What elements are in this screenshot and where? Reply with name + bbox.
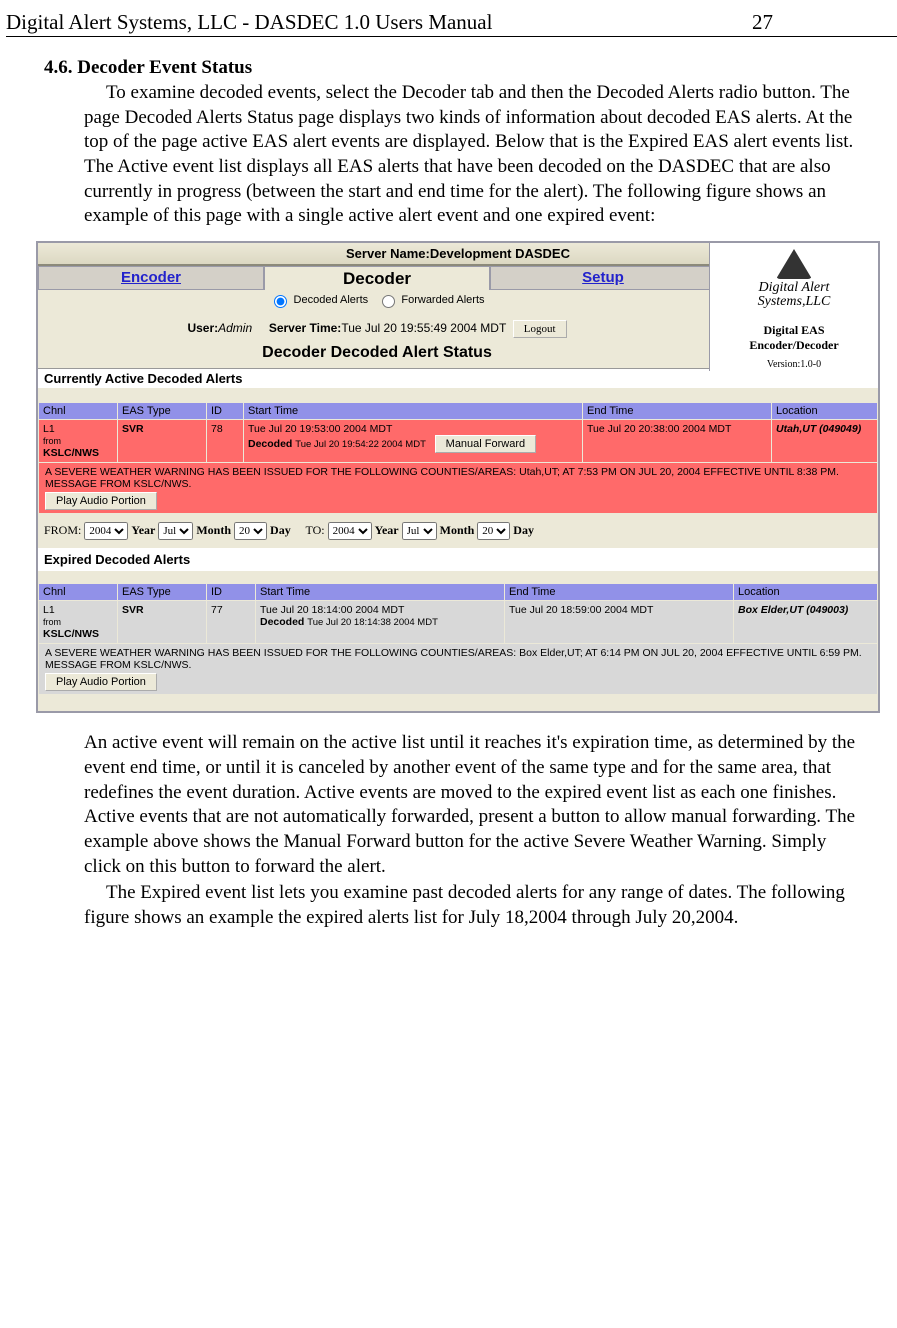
paragraph-3: The Expired event list lets you examine …: [84, 881, 863, 930]
col-loc: Location: [734, 584, 878, 601]
expired-alerts-table: Chnl EAS Type ID Start Time End Time Loc…: [38, 583, 878, 695]
manual-forward-button[interactable]: Manual Forward: [435, 435, 536, 453]
date-range-row: FROM: 2004 Year Jul Month 20 Day TO: 200…: [38, 514, 878, 548]
from-year-select[interactable]: 2004: [84, 522, 128, 540]
server-name-label: Server Name:Development DASDEC: [346, 246, 570, 261]
col-end: End Time: [505, 584, 734, 601]
col-id: ID: [207, 584, 256, 601]
paragraph-2: An active event will remain on the activ…: [84, 731, 863, 879]
active-alerts-table: Chnl EAS Type ID Start Time End Time Loc…: [38, 402, 878, 514]
user-server-line: User:Admin Server Time:Tue Jul 20 19:55:…: [38, 310, 716, 342]
radio-decoded-alerts[interactable]: Decoded Alerts: [269, 294, 368, 306]
screenshot-figure: Server Name:Development DASDEC Encoder D…: [36, 241, 880, 713]
col-loc: Location: [772, 403, 878, 420]
from-month-select[interactable]: Jul: [158, 522, 193, 540]
tab-encoder[interactable]: Encoder: [38, 266, 264, 290]
col-chnl: Chnl: [39, 584, 118, 601]
active-alerts-header: Currently Active Decoded Alerts: [38, 368, 878, 388]
col-eastype: EAS Type: [118, 584, 207, 601]
running-header: Digital Alert Systems, LLC - DASDEC 1.0 …: [6, 10, 897, 37]
col-id: ID: [207, 403, 244, 420]
tab-setup[interactable]: Setup: [490, 266, 716, 290]
header-title: Digital Alert Systems, LLC - DASDEC 1.0 …: [6, 10, 492, 35]
table-row: L1fromKSLC/NWS SVR 77 Tue Jul 20 18:14:0…: [39, 601, 878, 644]
play-audio-button[interactable]: Play Audio Portion: [45, 492, 157, 510]
page-number: 27: [752, 10, 897, 35]
col-chnl: Chnl: [39, 403, 118, 420]
table-row: A SEVERE WEATHER WARNING HAS BEEN ISSUED…: [39, 644, 878, 695]
to-day-select[interactable]: 20: [477, 522, 510, 540]
cone-icon: [776, 249, 812, 279]
tab-decoder[interactable]: Decoder: [264, 266, 490, 290]
col-end: End Time: [583, 403, 772, 420]
play-audio-button[interactable]: Play Audio Portion: [45, 673, 157, 691]
col-start: Start Time: [256, 584, 505, 601]
paragraph-1: To examine decoded events, select the De…: [84, 81, 863, 229]
table-row: L1fromKSLC/NWS SVR 78 Tue Jul 20 19:53:0…: [39, 420, 878, 463]
to-month-select[interactable]: Jul: [402, 522, 437, 540]
to-year-select[interactable]: 2004: [328, 522, 372, 540]
from-day-select[interactable]: 20: [234, 522, 267, 540]
section-title: 4.6. Decoder Event Status: [44, 57, 863, 79]
radio-row: Decoded Alerts Forwarded Alerts: [38, 290, 716, 310]
col-start: Start Time: [244, 403, 583, 420]
col-eastype: EAS Type: [118, 403, 207, 420]
expired-alerts-header: Expired Decoded Alerts: [38, 548, 878, 571]
status-title: Decoder Decoded Alert Status: [38, 342, 716, 368]
logo-panel: Digital AlertSystems,LLC Digital EASEnco…: [709, 243, 878, 371]
table-row: A SEVERE WEATHER WARNING HAS BEEN ISSUED…: [39, 463, 878, 514]
radio-forwarded-alerts[interactable]: Forwarded Alerts: [377, 294, 484, 306]
logout-button[interactable]: Logout: [513, 320, 567, 338]
